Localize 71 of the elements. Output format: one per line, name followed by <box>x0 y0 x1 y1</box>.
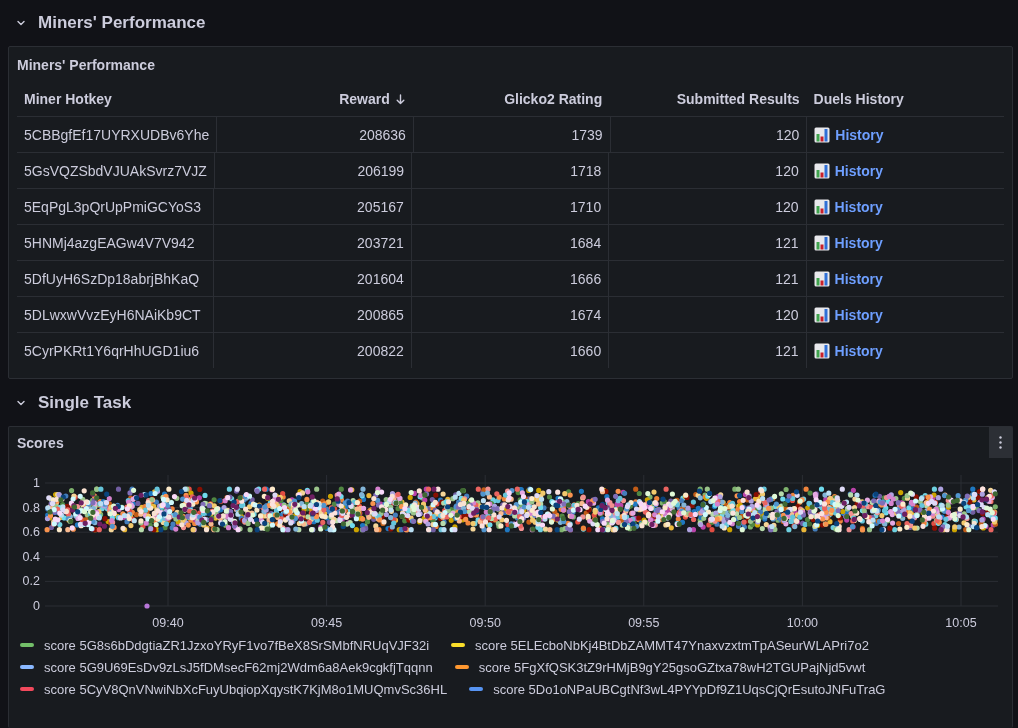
history-link[interactable]: History <box>835 126 884 143</box>
table-cell: 5EqPgL3pQrUpPmiGCYoS3 <box>17 189 215 224</box>
table-cell: 120 <box>609 189 807 224</box>
table-cell: 120 <box>610 117 808 152</box>
table-cell: 200865 <box>214 297 412 332</box>
table-cell: 5CyrPKRt1Y6qrHhUGD1iu6 <box>17 333 215 368</box>
column-header[interactable]: Glicko2 Rating <box>411 82 610 116</box>
axis-label: 0.4 <box>22 549 40 564</box>
axis-label: 09:50 <box>469 616 501 630</box>
legend-item[interactable]: score 5G8s6bDdgtiaZR1JzxoYRyF1vo7fBeX8SrSMbfNRUqVJF32i <box>20 636 430 654</box>
axis-label: 0.2 <box>22 574 40 589</box>
table-cell: 5HNMj4azgEAGw4V7V942 <box>17 225 215 260</box>
legend-item[interactable]: score 5G9U69EsDv9zLsJ5fDMsecF62mj2Wdm6a8Aek9cgkfjTqqnn <box>20 658 433 676</box>
axis-label: 09:55 <box>628 616 660 630</box>
legend-item[interactable]: score 5Do1oNPaUBCgtNf3wL4PYYpDf9Z1UqsCjQrEsutoJNFuTraG <box>469 680 886 698</box>
column-header[interactable]: Duels History <box>806 82 1004 116</box>
axis-label: 10:00 <box>786 616 819 630</box>
table-cell: 5CBBgfEf17UYRXUDBv6Yhe <box>17 117 218 152</box>
history-link[interactable]: History <box>834 198 883 215</box>
legend-item[interactable]: score 5CyV8QnVNwiNbXcFuyUbqiopXqystK7KjM8o1MUQmvSc36HL <box>20 680 448 698</box>
table-cell: 1660 <box>411 333 610 368</box>
table-cell: 120 <box>609 297 807 332</box>
table-cell: 200822 <box>214 333 412 368</box>
table-cell: 121 <box>609 261 807 296</box>
history-link[interactable]: History <box>834 270 883 287</box>
axis-label: 0 <box>33 599 40 613</box>
section-header[interactable]: Single Task <box>0 379 132 426</box>
bar-chart-icon <box>813 306 830 323</box>
bar-chart-icon <box>813 162 830 179</box>
section-header[interactable]: Miners' Performance <box>0 0 206 46</box>
axis-label: 09:40 <box>152 616 184 630</box>
table-cell: 1674 <box>411 297 610 332</box>
column-header[interactable]: Reward <box>214 82 412 116</box>
table-cell: 208636 <box>217 117 414 152</box>
bar-chart-icon <box>813 198 830 215</box>
legend-item[interactable]: score 5FgXfQSK3tZ9rHMjB9gY25gsoGZtxa78wH2TGUPajNjd5vwt <box>454 658 866 676</box>
table-cell: 205167 <box>214 189 412 224</box>
axis-label: 0.6 <box>22 525 40 540</box>
column-header[interactable]: Miner Hotkey <box>17 82 215 116</box>
panel-title: Scores <box>17 433 64 453</box>
table-cell: 5DLwxwVvzEyH6NAiKb9CT <box>17 297 215 332</box>
table-cell: 1718 <box>412 153 610 188</box>
table-cell: 121 <box>609 225 807 260</box>
table-cell: 201604 <box>214 261 412 296</box>
table-cell: 203721 <box>214 225 412 260</box>
legend-item[interactable]: score 5ELEcboNbKj4BtDbZAMMT47YnaxvzxtmTpASeurWLAPri7o2 <box>451 636 869 654</box>
table-cell: 1666 <box>411 261 610 296</box>
history-link[interactable]: History <box>834 234 883 251</box>
column-header[interactable]: Submitted Results <box>609 82 807 116</box>
axis-label: 10:05 <box>945 616 977 630</box>
table-cell: 121 <box>609 333 807 368</box>
table-cell: 120 <box>609 153 807 188</box>
panel-title: Miners' Performance <box>17 55 155 75</box>
table-cell: 1710 <box>411 189 610 224</box>
history-link[interactable]: History <box>834 162 883 179</box>
axis-label: 09:45 <box>310 616 343 630</box>
bar-chart-icon <box>813 342 830 359</box>
history-link[interactable]: History <box>834 306 883 323</box>
table-cell: 5GsVQZSbdVJUAkSvrz7VJZ <box>17 153 215 188</box>
table-cell: 1684 <box>411 225 610 260</box>
bar-chart-icon <box>814 126 831 143</box>
more-vertical-icon <box>999 436 1002 449</box>
bar-chart-icon <box>813 234 830 251</box>
table-cell: 1739 <box>413 117 611 152</box>
bar-chart-icon <box>813 270 830 287</box>
table-cell: 206199 <box>214 153 413 188</box>
axis-label: 1 <box>33 476 40 490</box>
panel-menu-button[interactable] <box>989 427 1012 458</box>
axis-label: 0.8 <box>22 500 40 515</box>
history-link[interactable]: History <box>834 342 883 359</box>
table-cell: 5DfUyH6SzDp18abrjBhKaQ <box>17 261 215 296</box>
